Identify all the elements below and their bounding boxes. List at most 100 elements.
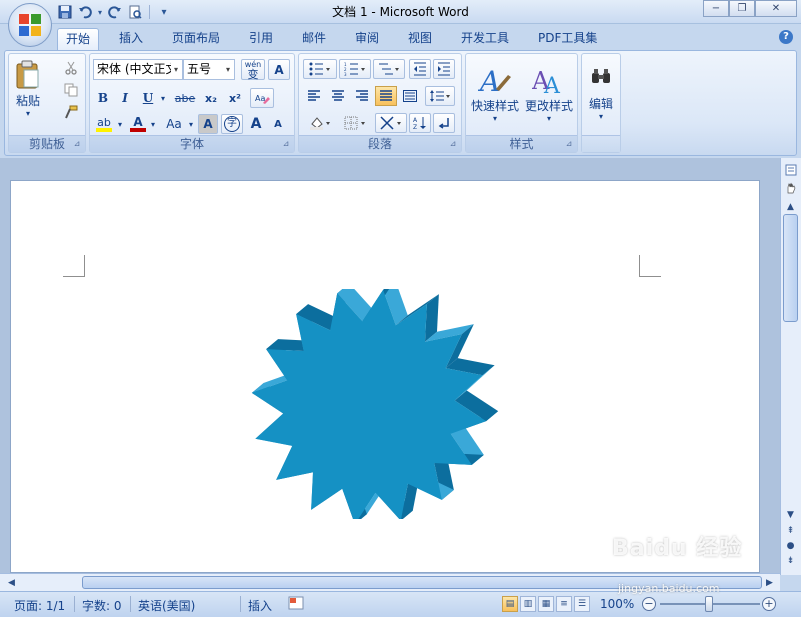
quick-styles-button[interactable]: A 快速样式 ▾ <box>469 57 521 131</box>
editing-button[interactable]: 编辑 ▾ <box>585 57 617 131</box>
grow-font-button[interactable]: A <box>246 114 266 134</box>
outline-view-icon[interactable]: ≡ <box>556 596 572 612</box>
status-word-count[interactable]: 字数: 0 <box>82 597 122 614</box>
subscript-button[interactable]: x₂ <box>200 88 222 108</box>
print-layout-view-icon[interactable]: ▤ <box>502 596 518 612</box>
tab-developer[interactable]: 开发工具 <box>453 28 517 50</box>
tab-review[interactable]: 审阅 <box>347 28 387 50</box>
zoom-level[interactable]: 100% <box>600 597 634 611</box>
full-screen-reading-view-icon[interactable]: ▥ <box>520 596 536 612</box>
show-marks-icon[interactable] <box>433 113 455 133</box>
tab-home[interactable]: 开始 <box>57 28 100 50</box>
change-case-button[interactable]: Aa <box>162 114 186 134</box>
sort-icon[interactable]: AZ <box>409 113 431 133</box>
tab-view[interactable]: 视图 <box>400 28 440 50</box>
change-styles-icon: AA <box>532 67 561 97</box>
bold-button[interactable]: B <box>93 88 113 108</box>
office-button[interactable] <box>8 3 52 47</box>
status-language[interactable]: 英语(美国) <box>138 597 195 614</box>
change-styles-button[interactable]: AA 更改样式 ▾ <box>523 57 575 131</box>
scroll-down-icon[interactable]: ▼ <box>783 508 798 522</box>
zoom-out-button[interactable]: − <box>642 597 656 611</box>
character-border-button[interactable]: A <box>268 59 290 80</box>
copy-icon[interactable] <box>61 80 81 100</box>
chinese-layout-icon[interactable] <box>375 113 407 133</box>
enclose-characters-button[interactable]: 字 <box>221 114 243 134</box>
shading-icon[interactable] <box>303 113 337 133</box>
macro-record-icon[interactable] <box>288 596 304 613</box>
align-right-icon[interactable] <box>351 86 373 106</box>
highlight-dropdown-icon[interactable]: ▾ <box>115 114 125 134</box>
vertical-scroll-thumb[interactable] <box>783 214 798 322</box>
tab-mailings[interactable]: 邮件 <box>294 28 334 50</box>
multilevel-list-icon[interactable] <box>373 59 405 79</box>
format-painter-icon[interactable] <box>61 102 81 122</box>
next-page-icon[interactable]: ⇟ <box>783 554 798 568</box>
clear-formatting-icon[interactable]: Aa <box>250 88 274 108</box>
starburst-shape[interactable] <box>249 289 509 519</box>
justify-icon[interactable] <box>375 86 397 106</box>
shrink-font-button[interactable]: A <box>268 114 288 134</box>
font-name-combo[interactable]: 宋体 (中文正文) ▾ <box>93 59 183 80</box>
status-insert-mode[interactable]: 插入 <box>248 597 272 614</box>
numbering-icon[interactable]: 123 <box>339 59 371 79</box>
strikethrough-button[interactable]: abe <box>172 88 198 108</box>
underline-dropdown-icon[interactable]: ▾ <box>158 88 168 108</box>
minimize-button[interactable]: − <box>703 0 729 17</box>
font-color-button[interactable]: A <box>128 114 148 134</box>
superscript-button[interactable]: x² <box>224 88 246 108</box>
zoom-slider-thumb[interactable] <box>705 596 713 612</box>
tab-references[interactable]: 引用 <box>241 28 281 50</box>
ruler-toggle-icon[interactable] <box>783 164 798 178</box>
paragraph-launcher-icon[interactable]: ⊿ <box>448 139 458 149</box>
clipboard-launcher-icon[interactable]: ⊿ <box>72 139 82 149</box>
font-group-label: 字体 ⊿ <box>90 135 294 152</box>
borders-icon[interactable] <box>339 113 371 133</box>
status-page[interactable]: 页面: 1/1 <box>14 597 65 614</box>
italic-button[interactable]: I <box>115 88 135 108</box>
phonetic-guide-char: 变 <box>247 67 259 81</box>
font-color-dropdown-icon[interactable]: ▾ <box>148 114 158 134</box>
scroll-up-icon[interactable]: ▲ <box>783 200 798 214</box>
web-layout-view-icon[interactable]: ▦ <box>538 596 554 612</box>
close-button[interactable]: ✕ <box>755 0 797 17</box>
vertical-scrollbar[interactable]: ▲ ▼ ⇞ ● ⇟ <box>780 158 801 575</box>
help-icon[interactable]: ? <box>779 30 793 44</box>
align-center-icon[interactable] <box>327 86 349 106</box>
select-browse-object-icon[interactable]: ● <box>783 539 798 553</box>
cut-icon[interactable] <box>61 58 81 78</box>
phonetic-guide-button[interactable]: wén 变 <box>241 59 265 80</box>
align-left-icon[interactable] <box>303 86 325 106</box>
highlight-label: ab <box>97 115 111 129</box>
zoom-in-button[interactable]: + <box>762 597 776 611</box>
font-size-dropdown-icon[interactable]: ▾ <box>222 60 234 79</box>
restore-button[interactable]: ❐ <box>729 0 755 17</box>
underline-button[interactable]: U <box>138 88 158 108</box>
document-page[interactable] <box>10 180 760 573</box>
change-case-dropdown-icon[interactable]: ▾ <box>186 114 196 134</box>
font-name-dropdown-icon[interactable]: ▾ <box>170 60 182 79</box>
scroll-right-icon[interactable]: ▶ <box>762 576 777 590</box>
highlight-button[interactable]: ab <box>93 114 115 134</box>
decrease-indent-icon[interactable] <box>409 59 431 79</box>
bullets-icon[interactable] <box>303 59 337 79</box>
distributed-icon[interactable] <box>399 86 421 106</box>
svg-text:A: A <box>478 65 500 97</box>
paste-button[interactable]: 粘贴 ▾ <box>13 58 43 120</box>
character-shading-button[interactable]: A <box>198 114 218 134</box>
styles-launcher-icon[interactable]: ⊿ <box>564 139 574 149</box>
tab-page-layout[interactable]: 页面布局 <box>164 28 228 50</box>
font-size-combo[interactable]: 五号 ▾ <box>183 59 235 80</box>
line-spacing-icon[interactable] <box>425 86 455 106</box>
previous-page-icon[interactable]: ⇞ <box>783 524 798 538</box>
increase-indent-icon[interactable] <box>433 59 455 79</box>
enclose-char: 字 <box>224 116 240 132</box>
font-launcher-icon[interactable]: ⊿ <box>281 139 291 149</box>
tab-pdf-tools[interactable]: PDF工具集 <box>530 28 605 50</box>
scroll-left-icon[interactable]: ◀ <box>4 576 19 590</box>
hand-pan-icon[interactable] <box>783 182 798 196</box>
tab-insert[interactable]: 插入 <box>111 28 151 50</box>
change-styles-label: 更改样式 <box>524 99 573 113</box>
draft-view-icon[interactable]: ☰ <box>574 596 590 612</box>
font-name-value: 宋体 (中文正文) <box>97 62 171 76</box>
